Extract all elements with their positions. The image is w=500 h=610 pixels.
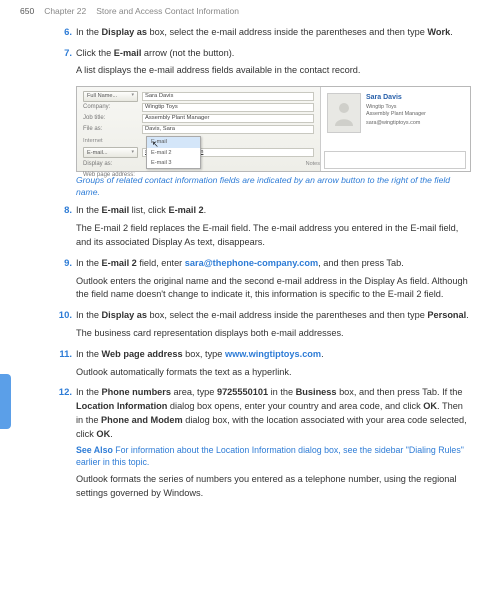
card-email: sara@wingtiptoys.com <box>366 120 464 127</box>
contact-form-figure: Full Name... Sara Davis Company: Wingtip… <box>76 86 471 172</box>
fullname-button[interactable]: Full Name... <box>83 91 138 102</box>
step-body: In the Web page address box, type www.wi… <box>76 348 472 384</box>
webpage-label: Web page address: <box>83 171 153 180</box>
step-body: In the E-mail list, click E-mail 2. The … <box>76 204 472 253</box>
step-7: 7. Click the E-mail arrow (not the butto… <box>55 47 472 83</box>
chapter-label: Chapter 22 <box>44 5 86 18</box>
avatar-placeholder-icon <box>327 93 361 133</box>
chapter-title: Store and Access Contact Information <box>96 5 239 18</box>
cursor-icon: ↖ <box>152 139 159 151</box>
dropdown-option-email3[interactable]: E-mail 3 <box>147 158 200 168</box>
fullname-field[interactable]: Sara Davis <box>142 92 314 101</box>
step-number: 8. <box>55 204 72 253</box>
fileas-field[interactable]: Davis, Sara <box>142 125 314 134</box>
notes-field[interactable] <box>324 151 466 169</box>
step-body: Click the E-mail arrow (not the button).… <box>76 47 472 83</box>
card-name: Sara Davis <box>366 93 464 102</box>
card-company: Wingtip Toys <box>366 104 464 111</box>
step-body: In the Display as box, select the e-mail… <box>76 309 472 345</box>
thumb-tab <box>0 374 11 429</box>
step-body: In the Phone numbers area, type 97255501… <box>76 386 472 505</box>
figure-left-panel: Full Name... Sara Davis Company: Wingtip… <box>77 87 320 171</box>
jobtitle-label: Job title: <box>83 114 138 123</box>
see-also-note: See Also For information about the Locat… <box>76 445 472 469</box>
step-8: 8. In the E-mail list, click E-mail 2. T… <box>55 204 472 253</box>
step-number: 10. <box>55 309 72 345</box>
step-number: 7. <box>55 47 72 83</box>
page-number: 650 <box>20 5 34 18</box>
main-content: 6. In the Display as box, select the e-m… <box>0 26 500 505</box>
step-number: 12. <box>55 386 72 505</box>
company-label: Company: <box>83 103 138 112</box>
email-dropdown-button[interactable]: E-mail... <box>83 147 138 158</box>
notes-label: Notes <box>306 160 320 168</box>
step-number: 9. <box>55 257 72 306</box>
step-12: 12. In the Phone numbers area, type 9725… <box>55 386 472 505</box>
step-body: In the E-mail 2 field, enter sara@thepho… <box>76 257 472 306</box>
jobtitle-field[interactable]: Assembly Plant Manager <box>142 114 314 123</box>
company-field[interactable]: Wingtip Toys <box>142 103 314 112</box>
page-header: 650 Chapter 22 Store and Access Contact … <box>0 0 500 26</box>
step-9: 9. In the E-mail 2 field, enter sara@the… <box>55 257 472 306</box>
step-number: 11. <box>55 348 72 384</box>
step-11: 11. In the Web page address box, type ww… <box>55 348 472 384</box>
step-10: 10. In the Display as box, select the e-… <box>55 309 472 345</box>
card-title: Assembly Plant Manager <box>366 111 464 118</box>
step-6: 6. In the Display as box, select the e-m… <box>55 26 472 44</box>
fileas-label: File as: <box>83 125 138 134</box>
displayas-label: Display as: <box>83 160 138 169</box>
step-body: In the Display as box, select the e-mail… <box>76 26 472 44</box>
step-number: 6. <box>55 26 72 44</box>
